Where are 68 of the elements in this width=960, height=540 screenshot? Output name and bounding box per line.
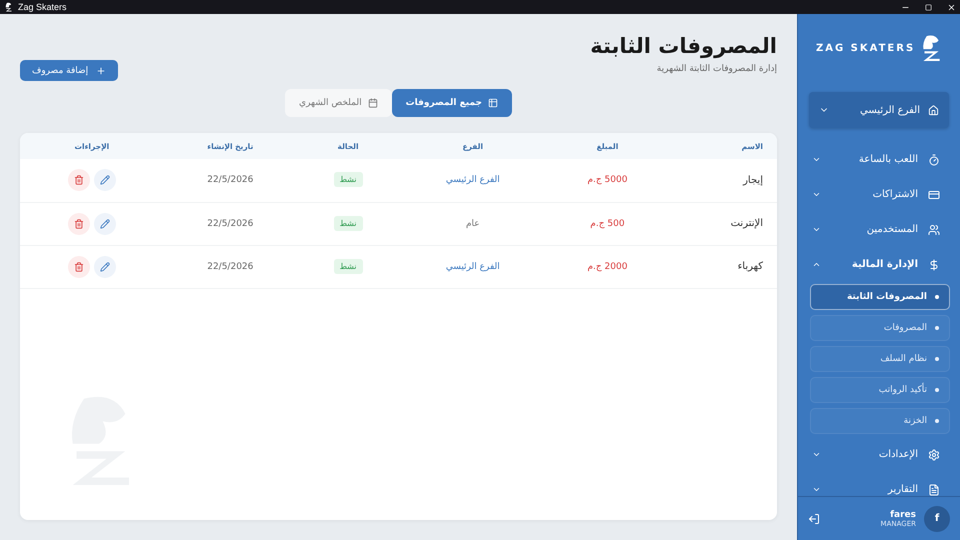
- nav-subitem[interactable]: المصروفات: [810, 315, 950, 341]
- chevron-down-icon[interactable]: [812, 450, 821, 459]
- page-title: المصروفات الثابتة: [590, 34, 777, 58]
- table-cell: كهرباء: [668, 245, 777, 288]
- trash-icon: [74, 175, 84, 186]
- chevron-down-icon[interactable]: [812, 485, 821, 494]
- edit-button[interactable]: [94, 256, 116, 278]
- table-cell: 2000 ج.م: [546, 245, 669, 288]
- calendar-icon: [368, 98, 378, 108]
- nav-item[interactable]: اللعب بالساعة: [831, 154, 918, 165]
- trash-icon: [74, 218, 84, 228]
- user-name: fares: [890, 510, 916, 520]
- add-expense-button[interactable]: إضافة مصروف: [20, 60, 118, 81]
- table-cell: 500 ج.م: [546, 202, 669, 245]
- pencil-icon: [100, 218, 110, 228]
- pencil-icon: [100, 262, 110, 272]
- document-icon: [928, 484, 940, 496]
- table-cell: 5000 ج.م: [546, 159, 669, 202]
- nav-item[interactable]: الاشتراكات: [831, 189, 918, 200]
- chevron-up-icon[interactable]: [812, 260, 821, 269]
- table-cell: عام: [399, 202, 546, 245]
- table-cell: 22/5/2026: [164, 245, 297, 288]
- nav-subitem[interactable]: المصروفات الثابتة: [810, 284, 950, 310]
- home-icon: [928, 104, 939, 116]
- table-cell: 22/5/2026: [164, 159, 297, 202]
- dollar-icon: [928, 258, 940, 270]
- nav-item[interactable]: الإدارة المالية: [831, 259, 918, 270]
- timer-icon: [928, 154, 940, 166]
- chevron-down-icon[interactable]: [812, 190, 821, 199]
- settings-icon: [928, 448, 940, 460]
- logout-icon[interactable]: [808, 512, 820, 524]
- branch-selector[interactable]: الفرع الرئيسي: [809, 92, 949, 128]
- table-cell: 22/5/2026: [164, 202, 297, 245]
- nav-item[interactable]: الإعدادات: [831, 449, 918, 460]
- users-icon: [928, 224, 940, 236]
- tab[interactable]: الملخص الشهري: [285, 89, 392, 117]
- card-icon: [928, 188, 940, 200]
- status-badge: نشط: [334, 172, 363, 188]
- delete-button[interactable]: [68, 256, 90, 278]
- table-cell: الفرع الرئيسي: [399, 245, 546, 288]
- chevron-down-icon[interactable]: [812, 225, 821, 234]
- nav-subitem[interactable]: الخزنة: [810, 408, 950, 434]
- app-icon: [4, 2, 13, 12]
- tab[interactable]: جميع المصروفات: [392, 89, 512, 117]
- trash-icon: [74, 262, 84, 272]
- nav-item[interactable]: المستخدمين: [831, 224, 918, 235]
- edit-button[interactable]: [94, 169, 116, 192]
- maximize-icon[interactable]: [925, 4, 932, 10]
- status-badge: نشط: [334, 258, 363, 274]
- window-title: Zag Skaters: [18, 2, 68, 12]
- brand-name: ZAG SKATERS: [816, 42, 916, 54]
- page-subtitle: إدارة المصروفات الثابتة الشهرية: [656, 64, 777, 74]
- plus-icon: [96, 66, 106, 76]
- edit-button[interactable]: [94, 212, 116, 234]
- user-avatar: f: [924, 506, 950, 532]
- delete-button[interactable]: [68, 212, 90, 234]
- close-icon[interactable]: [947, 2, 956, 12]
- pencil-icon: [100, 175, 110, 186]
- nav-subitem[interactable]: تأكيد الرواتب: [810, 377, 950, 403]
- delete-button[interactable]: [68, 169, 90, 192]
- nav-subitem[interactable]: نظام السلف: [810, 346, 950, 372]
- nav-item[interactable]: التقارير: [831, 484, 918, 495]
- chevron-down-icon[interactable]: [812, 155, 821, 164]
- status-badge: نشط: [334, 216, 363, 230]
- table-cell: الإنترنت: [668, 202, 777, 245]
- table-cell: الفرع الرئيسي: [399, 159, 546, 202]
- table-icon: [488, 98, 498, 108]
- table-cell: إيجار: [668, 159, 777, 202]
